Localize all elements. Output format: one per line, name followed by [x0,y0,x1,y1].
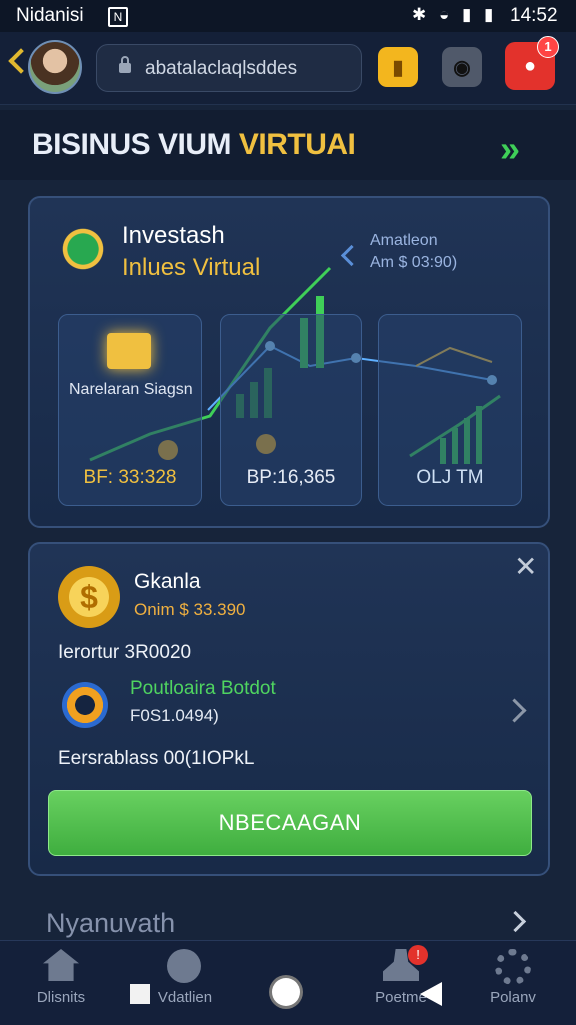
nav-item-home[interactable]: Dlisnits [6,941,116,1025]
page-title-accent: VIRTUAI [238,128,356,161]
close-icon[interactable]: ✕ [514,550,537,583]
coin-icon: $ [58,566,120,628]
amount-value: Am $ 03:90) [370,254,458,271]
recents-icon[interactable] [130,984,150,1004]
address-text: abatalaclaqlsddes [145,58,298,79]
home-icon [43,949,79,981]
settings-icon [495,949,531,985]
chevron-right-icon[interactable] [502,698,527,723]
sim-icon: N [108,7,128,27]
account-detail-row: Ierortur 3R0020 [58,642,192,663]
tile-portfolio[interactable]: OLJ TM [378,314,522,506]
nav-label: Polanv [490,989,536,1006]
address-bar[interactable]: abatalaclaqlsddes [96,44,362,92]
status-time: 14:52 [510,5,558,26]
home-button-icon[interactable] [272,978,300,1006]
folder-icon [107,333,151,369]
account-balance: Onim $ 33.390 [134,600,246,619]
tile-growth[interactable]: BP:16,365 [220,314,362,506]
notification-badge: 1 [537,36,559,58]
chevron-right-icon[interactable] [504,910,527,933]
account-card: ✕ $ Gkanla Onim $ 33.390 Ierortur 3R0020… [28,542,550,876]
app-header: abatalaclaqlsddes ▮ ◉ ● 1 [0,32,576,105]
back-button-icon[interactable] [420,982,442,1006]
page-title-main: BISINUS VIUM [32,128,232,161]
account-name: Gkanla [134,570,201,593]
nav-item-settings[interactable]: Polanv [458,941,568,1025]
nav-item-history[interactable]: Vdatlien [130,941,240,1025]
nav-badge: ! [408,945,428,965]
status-bar: Nidanisi N ✱ ◒ ▮ ▮ 14:52 [0,0,576,32]
lock-icon [119,56,131,73]
nav-label: Dlisnits [36,989,86,1006]
forward-arrow-icon[interactable]: » [500,128,520,170]
location-button[interactable]: ◉ [442,47,482,87]
clock-icon [167,949,201,983]
investash-logo-icon [56,222,110,276]
wallet-button[interactable]: ▮ [378,47,418,87]
investment-card[interactable]: Investash Inlues Virtual Amatleon Am $ 0… [28,196,550,528]
bell-icon: ● [523,54,537,77]
page-title: BISINUS VIUM VIRTUAI [32,128,356,162]
tile-savings[interactable]: Narelaran Siagsn BF: 33:328 [58,314,202,506]
account-detail-row: Eersrablass 00(1IOPkL [58,748,255,769]
investment-name: Investash [122,222,225,249]
tile-value: BF: 33:328 [83,467,177,488]
title-bar: BISINUS VIUM VIRTUAI » [0,110,576,180]
tile-label: Narelaran Siagsn [69,381,193,398]
tile-value: BP:16,365 [246,467,336,488]
avatar[interactable] [28,40,82,94]
section-title[interactable]: Nyanuvath [46,908,175,939]
amount-label: Amatleon [370,232,438,249]
carrier-name: Nidanisi [16,5,84,26]
portfolio-title[interactable]: Poutloaira Botdot [130,678,276,700]
status-icons: ✱ ◒ ▮ ▮ [412,5,498,24]
portfolio-icon [62,682,108,728]
portfolio-value: F0S1.0494) [130,706,219,725]
investment-subtitle: Inlues Virtual [122,254,261,281]
notification-button[interactable]: ● 1 [505,36,559,90]
primary-action-button[interactable]: NBECAAGAN [48,790,532,856]
tile-value: OLJ TM [416,467,484,488]
